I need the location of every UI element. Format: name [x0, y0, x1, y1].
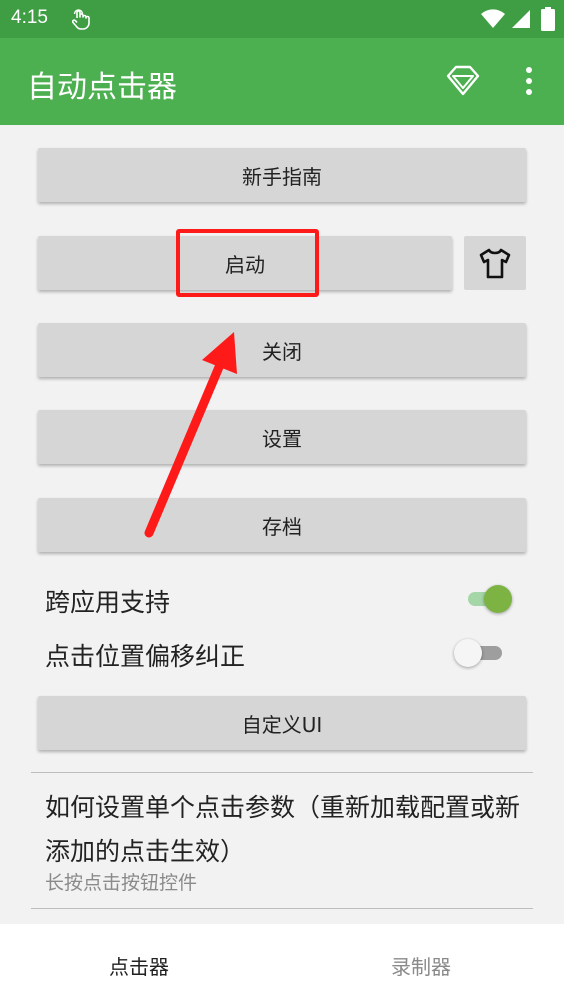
annotation-arrow	[144, 332, 237, 538]
skin-button[interactable]	[464, 236, 526, 290]
archive-button[interactable]: 存档	[38, 498, 526, 552]
tshirt-icon	[479, 248, 511, 279]
tab-clicker[interactable]: 点击器	[109, 951, 169, 980]
diamond-icon[interactable]	[445, 62, 481, 98]
offset-correction-label: 点击位置偏移纠正	[45, 642, 246, 671]
annotation-highlight-box	[176, 229, 319, 297]
close-button[interactable]: 关闭	[38, 323, 526, 377]
settings-button[interactable]: 设置	[38, 410, 526, 464]
cross-app-support-label: 跨应用支持	[45, 588, 171, 617]
offset-correction-switch[interactable]	[454, 637, 502, 667]
wifi-icon	[481, 9, 505, 28]
switch-thumb	[454, 639, 482, 667]
help-item-subtitle: 长按点击按钮控件	[45, 872, 198, 894]
tab-recorder[interactable]: 录制器	[391, 951, 451, 980]
cross-app-support-switch[interactable]	[464, 583, 512, 613]
more-vert-icon[interactable]	[516, 64, 542, 98]
help-item-title[interactable]: 如何设置单个点击参数（重新加载配置或新添加的点击生效）	[45, 786, 535, 874]
app-title: 自动点击器	[27, 70, 177, 105]
status-bar: 4:15	[0, 0, 564, 38]
bottom-navigation: 点击器 录制器	[0, 924, 564, 1002]
divider	[31, 772, 533, 773]
app-bar: 自动点击器	[0, 38, 564, 125]
battery-icon	[541, 7, 555, 31]
guide-button[interactable]: 新手指南	[38, 148, 526, 202]
cell-signal-icon	[512, 10, 530, 28]
status-time: 4:15	[11, 7, 48, 28]
touch-icon	[71, 9, 90, 30]
divider	[31, 908, 533, 909]
custom-ui-button[interactable]: 自定义UI	[38, 696, 526, 750]
switch-thumb	[484, 585, 512, 613]
